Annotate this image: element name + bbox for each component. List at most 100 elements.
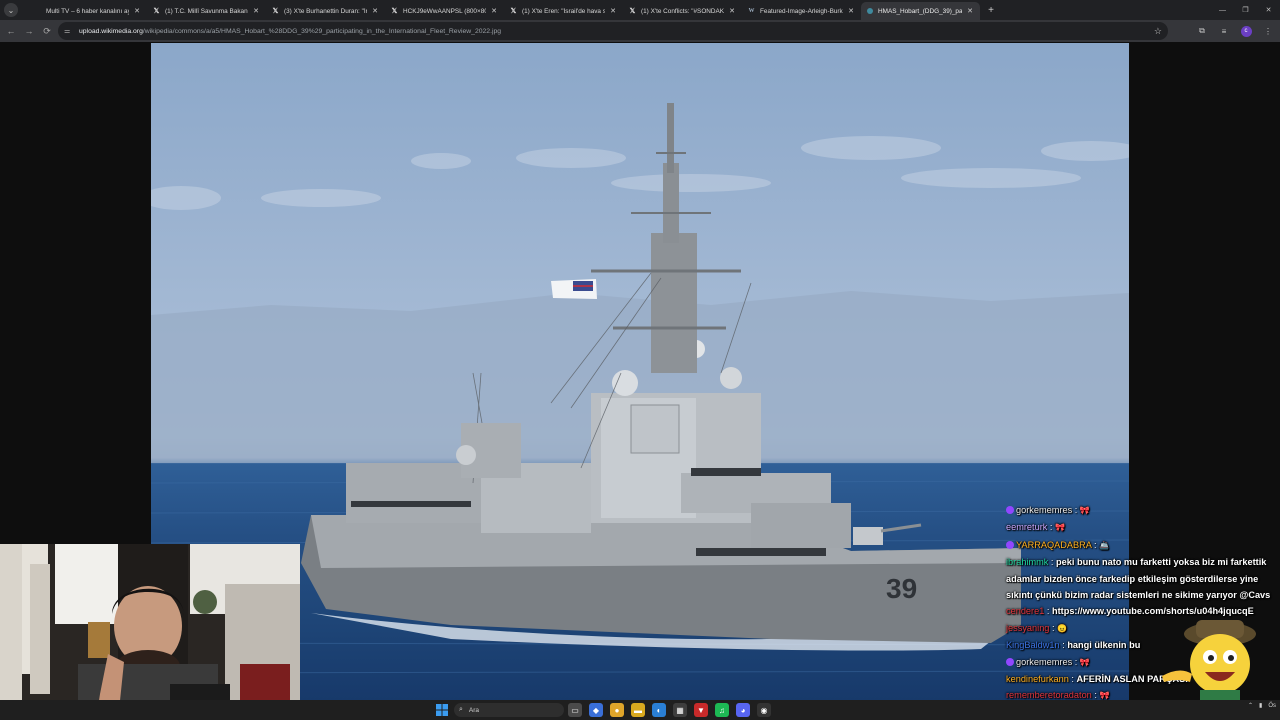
windows-start-icon[interactable] <box>436 704 448 716</box>
chat-username[interactable]: rememberetoradaton <box>1006 690 1092 700</box>
discord-icon[interactable]: ◕ <box>736 703 750 717</box>
profile-avatar[interactable]: c <box>1238 23 1254 39</box>
webcam-feed <box>0 544 300 720</box>
browser-tab[interactable]: 𝕏 (1) T.C. Millî Savunma Bakanlığı ✕ <box>147 2 266 20</box>
chat-username[interactable]: YARRAQADABRA <box>1016 540 1091 550</box>
chat-text: hangi ülkenin bu <box>1067 640 1141 651</box>
tab-title: Multi TV – 6 haber kanalını aynı anda iz… <box>46 7 129 15</box>
bow-emote-icon: 🎀 <box>1055 523 1065 533</box>
browser-tab[interactable]: 𝕏 (1) X'te Conflicts: "#SONDAKİKA ✕ <box>623 2 742 20</box>
chat-username[interactable]: eemreturk <box>1006 522 1047 532</box>
search-icon: ⌕ <box>459 706 463 713</box>
chat-separator: : <box>1068 674 1077 685</box>
chat-username[interactable]: gorkememres <box>1016 505 1072 515</box>
bow-emote-icon: 🎀 <box>1079 506 1090 515</box>
spotify-icon[interactable]: ♫ <box>715 703 729 717</box>
tab-close-icon[interactable]: ✕ <box>490 7 498 15</box>
browser-tab[interactable]: 𝕏 HCKJ9eWwAANPSL (800×800) ✕ <box>385 2 504 20</box>
obs-icon[interactable]: ◉ <box>757 703 771 717</box>
chevron-up-icon[interactable]: ⌃ <box>1248 702 1253 709</box>
tab-close-icon[interactable]: ✕ <box>966 7 974 15</box>
system-tray: ⌃ ▮ Ös <box>1248 702 1276 710</box>
url-path: /wikipedia/commons/a/a5/HMAS_Hobart_%28D… <box>142 27 502 35</box>
chat-message: eemreturk : 🎀 <box>1006 519 1280 536</box>
restore-button[interactable]: ❐ <box>1234 0 1257 20</box>
tab-close-icon[interactable]: ✕ <box>252 7 260 15</box>
edge-icon[interactable]: ◐ <box>652 703 666 717</box>
file-explorer-icon[interactable]: ▬ <box>631 703 645 717</box>
clock-text[interactable]: Ös <box>1268 703 1276 709</box>
chat-username[interactable]: kendinefurkann <box>1006 674 1069 684</box>
streamer-webcam <box>0 544 300 720</box>
minimize-button[interactable]: — <box>1211 0 1234 20</box>
search-placeholder: Ara <box>468 706 480 714</box>
chat-username[interactable]: gorkememres <box>1016 657 1072 667</box>
x-logo-icon: 𝕏 <box>629 7 636 15</box>
x-logo-icon: 𝕏 <box>272 7 279 15</box>
tab-title: HMAS_Hobart_(DDG_39)_partic <box>878 7 962 15</box>
tab-title: (1) T.C. Millî Savunma Bakanlığı <box>165 7 248 15</box>
tab-title: (1) X'te Eren: "İsrail'de hava sa <box>522 7 605 15</box>
address-bar[interactable]: ⚌ upload.wikimedia.org/wikipedia/commons… <box>58 22 1168 40</box>
tab-title: Featured-Image-Arleigh-Burke <box>760 7 843 15</box>
x-logo-icon: 𝕏 <box>510 7 517 15</box>
bookmark-star-icon[interactable]: ☆ <box>1154 26 1162 37</box>
ship-emote-icon: 🚢 <box>1099 540 1110 550</box>
chat-username[interactable]: KingBaldw1n <box>1006 640 1060 650</box>
chat-message: YARRAQADABRA : 🚢 <box>1006 537 1280 554</box>
tab-close-icon[interactable]: ✕ <box>728 7 736 15</box>
chevron-down-icon: ⌄ <box>7 5 15 15</box>
chat-username[interactable]: ibrahimmk <box>1006 557 1048 567</box>
chat-username[interactable]: jessyaning <box>1006 623 1049 633</box>
tab-title: (3) X'te Burhanettin Duran: "İran <box>284 7 367 15</box>
chat-username[interactable]: cendere1 <box>1006 606 1044 616</box>
chat-separator: : <box>1072 505 1080 515</box>
tab-title: (1) X'te Conflicts: "#SONDAKİKA <box>641 7 724 15</box>
x-logo-icon: 𝕏 <box>391 7 398 15</box>
media-controls-icon[interactable]: ≡ <box>1216 23 1232 39</box>
forward-button[interactable]: → <box>20 22 38 40</box>
close-window-button[interactable]: ✕ <box>1257 0 1280 20</box>
chat-message: ibrahimmk : peki bunu nato mu farketti y… <box>1006 554 1280 603</box>
subscriber-badge-icon <box>1006 540 1014 549</box>
x-logo-icon: 𝕏 <box>153 7 160 15</box>
chat-separator: : <box>1044 606 1052 617</box>
bow-emote-icon: 🎀 <box>1079 657 1090 667</box>
browser-tab[interactable]: 𝕏 (3) X'te Burhanettin Duran: "İran ✕ <box>266 2 385 20</box>
chat-separator: : <box>1072 656 1080 667</box>
browser-tab[interactable]: HMAS_Hobart_(DDG_39)_partic ✕ <box>861 2 980 20</box>
angry-emote-icon: 😠 <box>1057 623 1068 633</box>
app-red-icon[interactable]: ▼ <box>694 703 708 717</box>
chrome-icon[interactable]: ● <box>610 703 624 717</box>
tab-list: Multi TV – 6 haber kanalını aynı anda iz… <box>28 0 980 20</box>
tab-search-button[interactable]: ⌄ <box>4 3 18 17</box>
extensions-icon[interactable]: ⧉ <box>1194 23 1210 39</box>
tab-close-icon[interactable]: ✕ <box>133 7 141 15</box>
toolbar-actions: ⧉ ≡ c ⋮ <box>1194 22 1276 40</box>
browser-tab[interactable]: W Featured-Image-Arleigh-Burke ✕ <box>742 2 861 20</box>
battery-icon[interactable]: ▮ <box>1259 702 1262 709</box>
store-icon[interactable]: ▦ <box>673 703 687 717</box>
taskbar-search-box[interactable]: ⌕ Ara <box>454 703 564 717</box>
wordpress-icon: W <box>748 7 755 14</box>
new-tab-button[interactable]: + <box>984 1 998 19</box>
task-view-icon[interactable]: ▭ <box>568 703 582 717</box>
url-domain: upload.wikimedia.org <box>79 27 143 35</box>
browser-tab[interactable]: Multi TV – 6 haber kanalını aynı anda iz… <box>28 2 147 20</box>
chat-separator: : <box>1048 557 1057 568</box>
reload-button[interactable]: ⟳ <box>38 22 56 40</box>
taskbar-apps: ▭ ◆ ● ▬ ◐ ▦ ▼ ♫ ◕ ◉ <box>568 703 771 717</box>
tab-close-icon[interactable]: ✕ <box>847 7 855 15</box>
copilot-icon[interactable]: ◆ <box>589 703 603 717</box>
menu-kebab-icon[interactable]: ⋮ <box>1260 23 1276 39</box>
tab-close-icon[interactable]: ✕ <box>609 7 617 15</box>
browser-tab[interactable]: 𝕏 (1) X'te Eren: "İsrail'de hava sa ✕ <box>504 2 623 20</box>
back-button[interactable]: ← <box>2 22 20 40</box>
tab-close-icon[interactable]: ✕ <box>371 7 379 15</box>
windows-taskbar: ⌕ Ara ▭ ◆ ● ▬ ◐ ▦ ▼ ♫ ◕ ◉ ⌃ ▮ Ös <box>0 700 1280 720</box>
chat-separator: : <box>1047 522 1056 533</box>
flag-icon <box>551 279 597 299</box>
blank-icon <box>34 8 41 15</box>
site-info-icon[interactable]: ⚌ <box>64 27 74 35</box>
arrow-right-icon: → <box>24 26 34 36</box>
